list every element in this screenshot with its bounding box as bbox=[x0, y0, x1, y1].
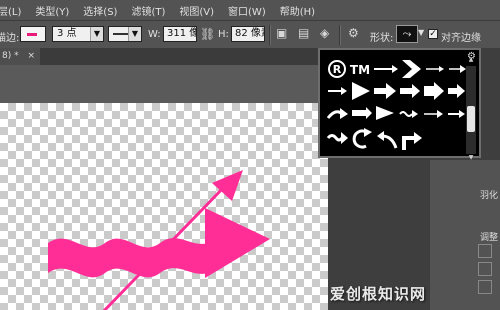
stroke-width-value: 3 点 bbox=[57, 28, 77, 39]
document-tab-bar: 8) * × bbox=[0, 48, 328, 65]
shape-label: 形状: bbox=[370, 33, 394, 44]
shape-thin-arrow-icon[interactable] bbox=[449, 65, 466, 73]
adjust-button[interactable] bbox=[478, 262, 492, 276]
shape-circle-arrow-icon[interactable] bbox=[352, 128, 372, 149]
stroke-color-swatch[interactable] bbox=[20, 26, 46, 42]
width-label: W: bbox=[148, 29, 161, 40]
feather-label: 羽化 bbox=[480, 191, 499, 201]
chevron-down-icon: ▼ bbox=[90, 27, 103, 41]
document-tab-title: 8) * bbox=[2, 51, 19, 61]
path-operations-icon[interactable]: ▣ bbox=[276, 25, 287, 41]
menu-window[interactable]: 窗口(W) bbox=[228, 3, 266, 18]
shape-curve-back-arrow-icon[interactable] bbox=[377, 131, 398, 149]
document-tab[interactable]: 8) * × bbox=[0, 48, 40, 65]
gear-icon[interactable]: ⚙ bbox=[348, 25, 359, 41]
close-icon[interactable]: × bbox=[27, 51, 35, 61]
properties-panel: 羽化 调整 bbox=[430, 160, 500, 310]
shape-preset-button[interactable]: ⤳ bbox=[396, 25, 418, 43]
shape-wavy-bold-arrow-icon[interactable] bbox=[326, 132, 348, 144]
shape-block-arrow-icon[interactable] bbox=[352, 82, 370, 100]
menu-filter[interactable]: 滤镜(T) bbox=[131, 3, 165, 18]
align-edges-checkbox[interactable]: ✓ bbox=[428, 29, 438, 39]
menu-type[interactable]: 类型(Y) bbox=[35, 3, 69, 18]
scroll-up-icon[interactable]: ▲ bbox=[466, 56, 476, 64]
shape-block-arrow-icon[interactable] bbox=[448, 84, 465, 98]
shape-arrow-feather-icon[interactable] bbox=[374, 65, 398, 73]
shape-feather-arrow-icon[interactable] bbox=[328, 87, 347, 95]
watermark: 爱创根知识网 bbox=[330, 285, 427, 303]
chevron-down-icon[interactable]: ▼ bbox=[418, 28, 424, 37]
shape-picker-scrollbar[interactable]: ▲ ▼ bbox=[466, 56, 476, 161]
width-input[interactable]: 311 像素 bbox=[163, 26, 197, 42]
adjust-button[interactable] bbox=[478, 280, 492, 294]
shape-feather-arrow-icon[interactable] bbox=[352, 107, 372, 119]
svg-text:R: R bbox=[333, 63, 342, 76]
svg-text:TM: TM bbox=[350, 63, 370, 77]
wavy-arrow-body bbox=[48, 238, 208, 278]
shape-bold-arrow-icon[interactable] bbox=[400, 84, 420, 98]
scroll-down-icon[interactable]: ▼ bbox=[466, 154, 476, 162]
shape-thin-arrow-icon[interactable] bbox=[426, 66, 444, 72]
shape-thin-arrow-icon[interactable] bbox=[448, 110, 465, 118]
adjustments-label: 调整 bbox=[480, 233, 499, 243]
menu-select[interactable]: 选择(S) bbox=[83, 3, 117, 18]
divider bbox=[269, 25, 271, 45]
shape-wavy-arrow-icon[interactable] bbox=[399, 110, 418, 118]
wavy-arrow-head bbox=[205, 208, 270, 278]
shape-wide-arrow-icon[interactable] bbox=[424, 82, 444, 100]
align-edges-label: 对齐边缘 bbox=[441, 33, 481, 44]
menu-layer[interactable]: 层(L) bbox=[0, 3, 21, 18]
height-input[interactable]: 82 像素 bbox=[231, 26, 265, 42]
scroll-thumb[interactable] bbox=[467, 106, 475, 132]
shape-thin-arrow-icon[interactable] bbox=[424, 110, 443, 118]
stroke-width-dropdown[interactable]: 3 点 ▼ bbox=[52, 26, 104, 42]
link-icon[interactable]: ⛓ bbox=[200, 26, 215, 42]
menu-view[interactable]: 视图(V) bbox=[179, 3, 214, 18]
menu-help[interactable]: 帮助(H) bbox=[280, 3, 315, 18]
shape-turn-up-arrow-icon[interactable] bbox=[402, 132, 422, 150]
stroke-label: 描边: bbox=[0, 33, 20, 44]
canvas-artwork bbox=[48, 170, 270, 310]
shape-grid: R TM bbox=[326, 60, 466, 150]
line-style-icon bbox=[113, 33, 129, 35]
options-bar: 描边: 3 点 ▼ ▼ W: 311 像素 ⛓ H: 82 像素 ▣ ▤ ◈ ⚙… bbox=[0, 20, 500, 50]
height-label: H: bbox=[218, 29, 229, 40]
shape-trademark-icon[interactable]: TM bbox=[350, 63, 370, 77]
stroke-type-dropdown[interactable]: ▼ bbox=[108, 26, 142, 42]
shape-registered-icon[interactable]: R bbox=[328, 60, 346, 78]
menu-bar: 层(L) 类型(Y) 选择(S) 滤镜(T) 视图(V) 窗口(W) 帮助(H) bbox=[0, 0, 500, 20]
chevron-down-icon: ▼ bbox=[128, 27, 141, 41]
divider bbox=[339, 25, 341, 45]
shape-solid-arrow-icon[interactable] bbox=[376, 106, 394, 120]
shape-picker-popup: ⚙ R TM ▲ ▼ bbox=[318, 48, 481, 161]
shape-curved-arrow-icon[interactable] bbox=[326, 108, 348, 119]
shape-chevron-arrow-icon[interactable] bbox=[402, 60, 421, 78]
document-canvas[interactable] bbox=[0, 103, 328, 310]
adjust-button[interactable] bbox=[478, 244, 492, 258]
wavy-arrow-icon: ⤳ bbox=[402, 27, 412, 40]
canvas-area bbox=[0, 65, 328, 310]
shape-bold-arrow-icon[interactable] bbox=[374, 83, 396, 99]
path-alignment-icon[interactable]: ▤ bbox=[298, 25, 309, 41]
path-arrangement-icon[interactable]: ◈ bbox=[320, 25, 329, 41]
